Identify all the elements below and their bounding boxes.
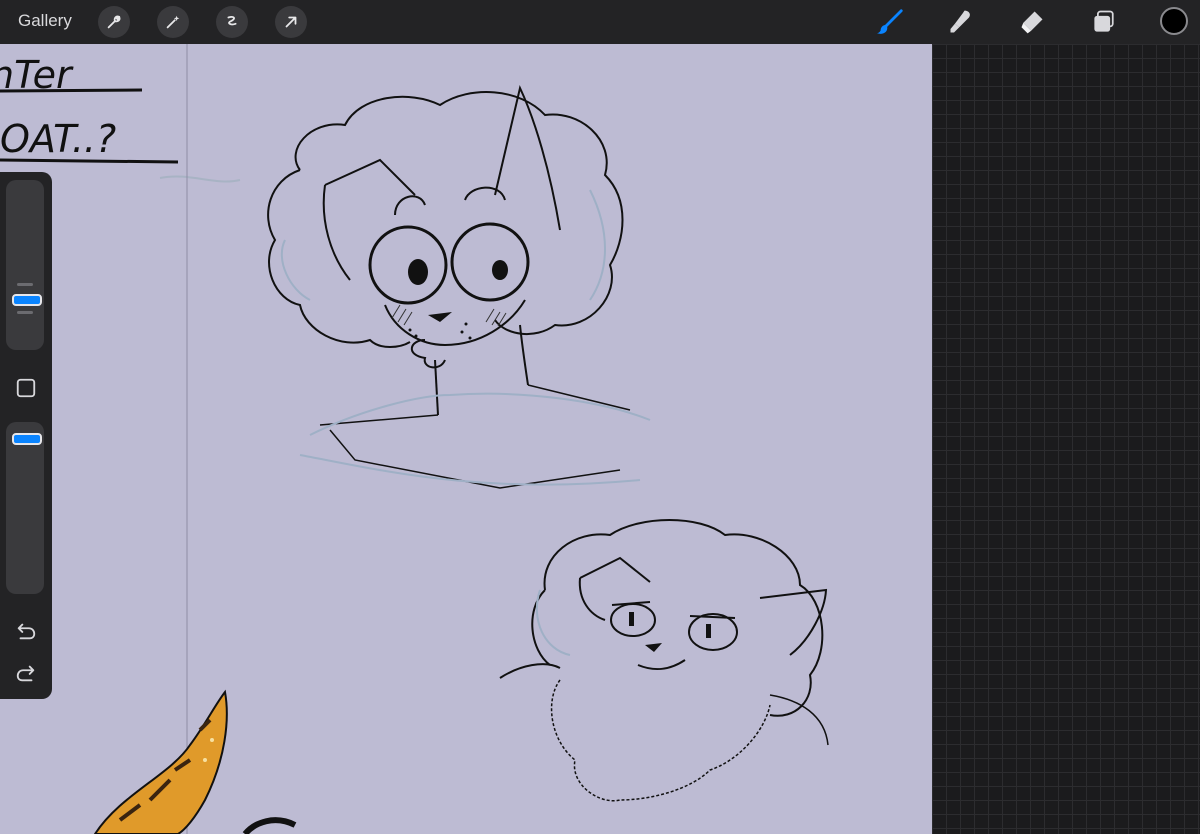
modify-square-icon[interactable] bbox=[13, 375, 39, 401]
sidebar-controls bbox=[0, 172, 52, 699]
magic-wand-icon[interactable] bbox=[157, 6, 189, 38]
selection-icon[interactable] bbox=[216, 6, 248, 38]
smudge-icon[interactable] bbox=[945, 6, 977, 38]
undo-icon[interactable] bbox=[13, 618, 39, 644]
opacity-thumb[interactable] bbox=[12, 433, 42, 445]
top-toolbar: Gallery bbox=[0, 0, 1200, 44]
brush-size-thumb[interactable] bbox=[12, 294, 42, 306]
wrench-icon[interactable] bbox=[98, 6, 130, 38]
layers-icon[interactable] bbox=[1088, 6, 1120, 38]
opacity-slider[interactable] bbox=[6, 422, 44, 594]
brush-icon[interactable] bbox=[874, 6, 906, 38]
eraser-icon[interactable] bbox=[1016, 6, 1048, 38]
slider-tick bbox=[17, 311, 33, 314]
slider-tick bbox=[17, 283, 33, 286]
transform-arrow-icon[interactable] bbox=[275, 6, 307, 38]
redo-icon[interactable] bbox=[13, 660, 39, 686]
handwritten-text-line2: OAT..? bbox=[0, 117, 116, 161]
sketch-artwork: nTer OAT..? bbox=[0, 44, 829, 834]
color-swatch[interactable] bbox=[1160, 7, 1188, 35]
canvas-overflow-grid bbox=[932, 44, 1200, 834]
drawing-canvas[interactable]: nTer OAT..? bbox=[0, 44, 932, 834]
gallery-button[interactable]: Gallery bbox=[18, 11, 72, 31]
brush-size-slider[interactable] bbox=[6, 180, 44, 350]
